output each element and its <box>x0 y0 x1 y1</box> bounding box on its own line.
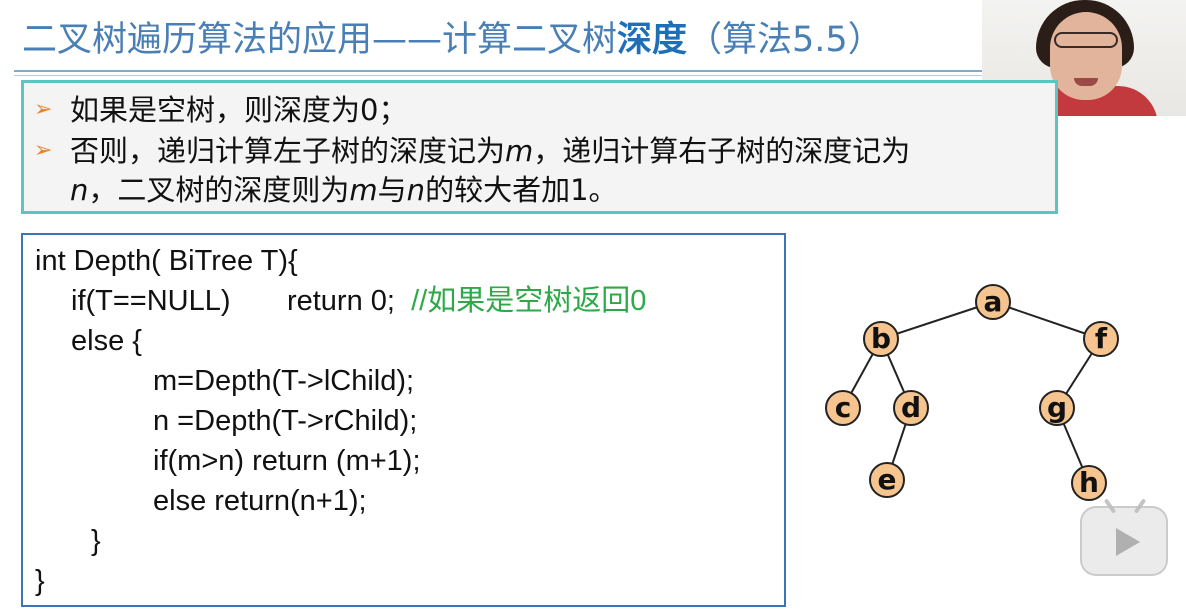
rule-box: ➢ 如果是空树，则深度为0； ➢ 否则，递归计算左子树的深度记为m，递归计算右子… <box>21 80 1058 214</box>
presenter-glasses <box>1054 32 1118 48</box>
tree-node-e: e <box>869 462 905 498</box>
play-icon-ear-right <box>1133 498 1147 514</box>
rule-text-3a: ，二叉树的深度则为 <box>88 173 350 207</box>
code-line-2-code: if(T==NULL) return 0; <box>71 285 395 317</box>
tree-node-label: c <box>835 391 852 424</box>
slide-title: 二叉树遍历算法的应用——计算二叉树深度（算法5.5） <box>22 14 883 66</box>
code-line-8: } <box>91 525 101 557</box>
tree-node-g: g <box>1039 390 1075 426</box>
var-m: m <box>505 134 534 168</box>
bullet-arrow-icon: ➢ <box>34 97 53 122</box>
title-highlight: 深度 <box>617 20 688 60</box>
rule-text-3b: 与 <box>377 173 407 207</box>
tree-node-label: d <box>901 391 921 424</box>
code-line-3: else { <box>71 325 142 357</box>
tree-node-label: h <box>1079 466 1099 499</box>
title-suffix: （算法5.5） <box>687 20 883 60</box>
var-m: m <box>349 173 378 207</box>
presenter-face <box>1050 12 1122 100</box>
rule-text-2: 否则，递归计算左子树的深度记为m，递归计算右子树的深度记为 <box>70 132 910 170</box>
tree-node-label: a <box>984 285 1003 318</box>
play-icon <box>1116 528 1140 556</box>
title-underline <box>14 70 982 72</box>
code-line-4: m=Depth(T->lChild); <box>153 365 415 397</box>
title-underline-thin <box>14 75 982 76</box>
tree-node-b: b <box>863 321 899 357</box>
play-button[interactable] <box>1080 498 1168 576</box>
code-line-7: else return(n+1); <box>153 485 367 517</box>
tree-node-label: f <box>1095 322 1108 355</box>
rule-text-3c: 的较大者加1。 <box>425 173 618 207</box>
title-prefix: 二叉树遍历算法的应用——计算二叉树 <box>22 20 618 60</box>
rule-text-1: 如果是空树，则深度为0； <box>70 93 408 127</box>
rule-text-2-head: 否则，递归计算左子树的深度记为 <box>70 134 506 168</box>
tree-node-f: f <box>1083 321 1119 357</box>
var-n: n <box>70 173 89 207</box>
tree-node-label: e <box>878 463 897 496</box>
code-comment: //如果是空树返回0 <box>411 285 647 317</box>
tree-node-d: d <box>893 390 929 426</box>
code-line-5: n =Depth(T->rChild); <box>153 405 418 437</box>
bullet-arrow-icon: ➢ <box>34 138 53 163</box>
binary-tree: a b f c d g e h <box>825 284 1119 501</box>
tree-node-label: g <box>1047 391 1067 424</box>
rule-line-3: n，二叉树的深度则为m与n的较大者加1。 <box>70 171 618 209</box>
code-line-1: int Depth( BiTree T){ <box>35 245 298 277</box>
tree-node-a: a <box>975 284 1011 320</box>
tree-node-h: h <box>1071 465 1107 501</box>
code-line-9: } <box>35 565 45 597</box>
tree-node-c: c <box>825 390 861 426</box>
rule-text-2-tail: ，递归计算右子树的深度记为 <box>533 134 911 168</box>
code-box: int Depth( BiTree T){ if(T==NULL) return… <box>21 233 786 607</box>
code-line-2: if(T==NULL) return 0; //如果是空树返回0 <box>71 281 646 321</box>
code-line-6: if(m>n) return (m+1); <box>153 445 421 477</box>
tree-node-label: b <box>871 322 891 355</box>
var-n: n <box>406 173 426 207</box>
